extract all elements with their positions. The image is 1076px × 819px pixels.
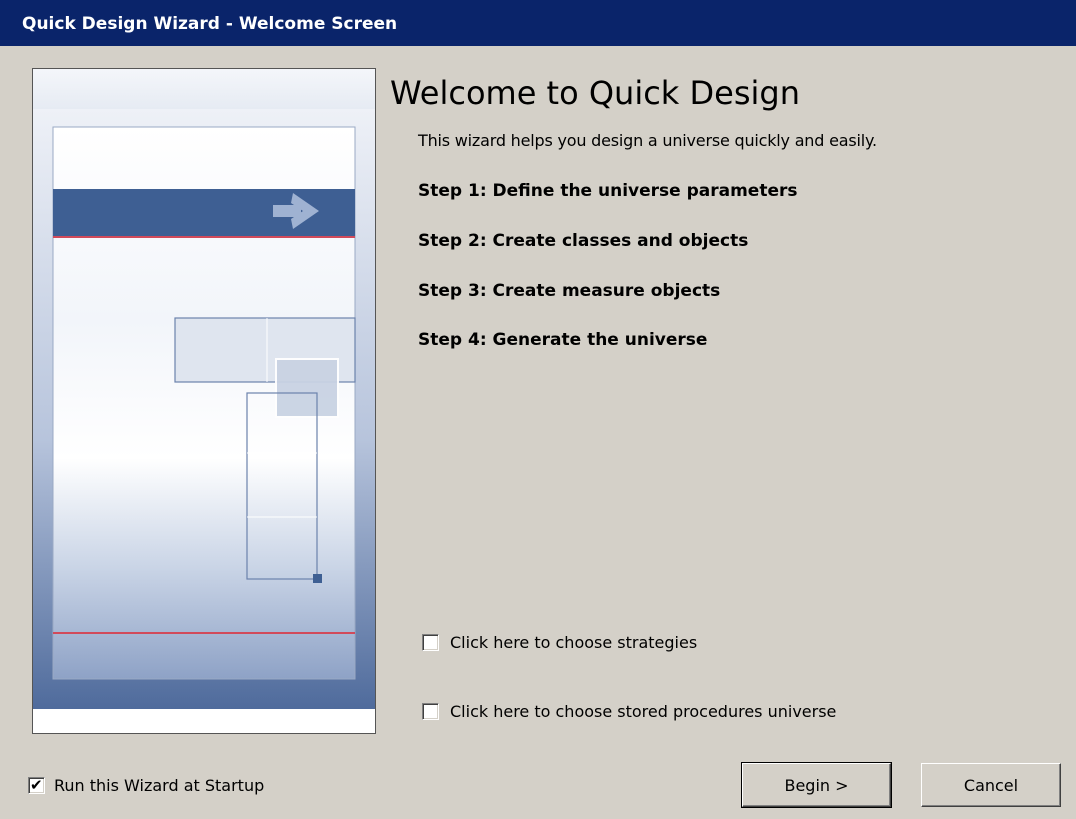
wizard-illustration bbox=[32, 68, 376, 734]
step-3: Step 3: Create measure objects bbox=[418, 281, 721, 301]
startup-label: Run this Wizard at Startup bbox=[54, 776, 265, 795]
cancel-button[interactable]: Cancel bbox=[921, 763, 1061, 807]
intro-text: This wizard helps you design a universe … bbox=[418, 131, 877, 150]
startup-checkbox[interactable]: ✔ bbox=[28, 777, 45, 794]
strategies-label: Click here to choose strategies bbox=[450, 633, 698, 652]
step-4: Step 4: Generate the universe bbox=[418, 330, 708, 350]
startup-option[interactable]: ✔ Run this Wizard at Startup bbox=[28, 776, 264, 795]
step-1: Step 1: Define the universe parameters bbox=[418, 181, 798, 201]
step-2: Step 2: Create classes and objects bbox=[418, 231, 749, 251]
strategies-option[interactable]: Click here to choose strategies bbox=[422, 633, 697, 652]
strategies-checkbox[interactable] bbox=[422, 634, 439, 651]
wizard-illustration-graphic bbox=[33, 69, 375, 733]
stored-procedures-option[interactable]: Click here to choose stored procedures u… bbox=[422, 702, 836, 721]
begin-button[interactable]: Begin > bbox=[741, 762, 892, 808]
stored-procedures-label: Click here to choose stored procedures u… bbox=[450, 702, 837, 721]
window-title: Quick Design Wizard - Welcome Screen bbox=[22, 14, 398, 34]
title-bar[interactable]: Quick Design Wizard - Welcome Screen bbox=[0, 0, 1076, 46]
check-icon: ✔ bbox=[30, 776, 43, 794]
stored-procedures-checkbox[interactable] bbox=[422, 703, 439, 720]
page-title: Welcome to Quick Design bbox=[390, 74, 800, 112]
